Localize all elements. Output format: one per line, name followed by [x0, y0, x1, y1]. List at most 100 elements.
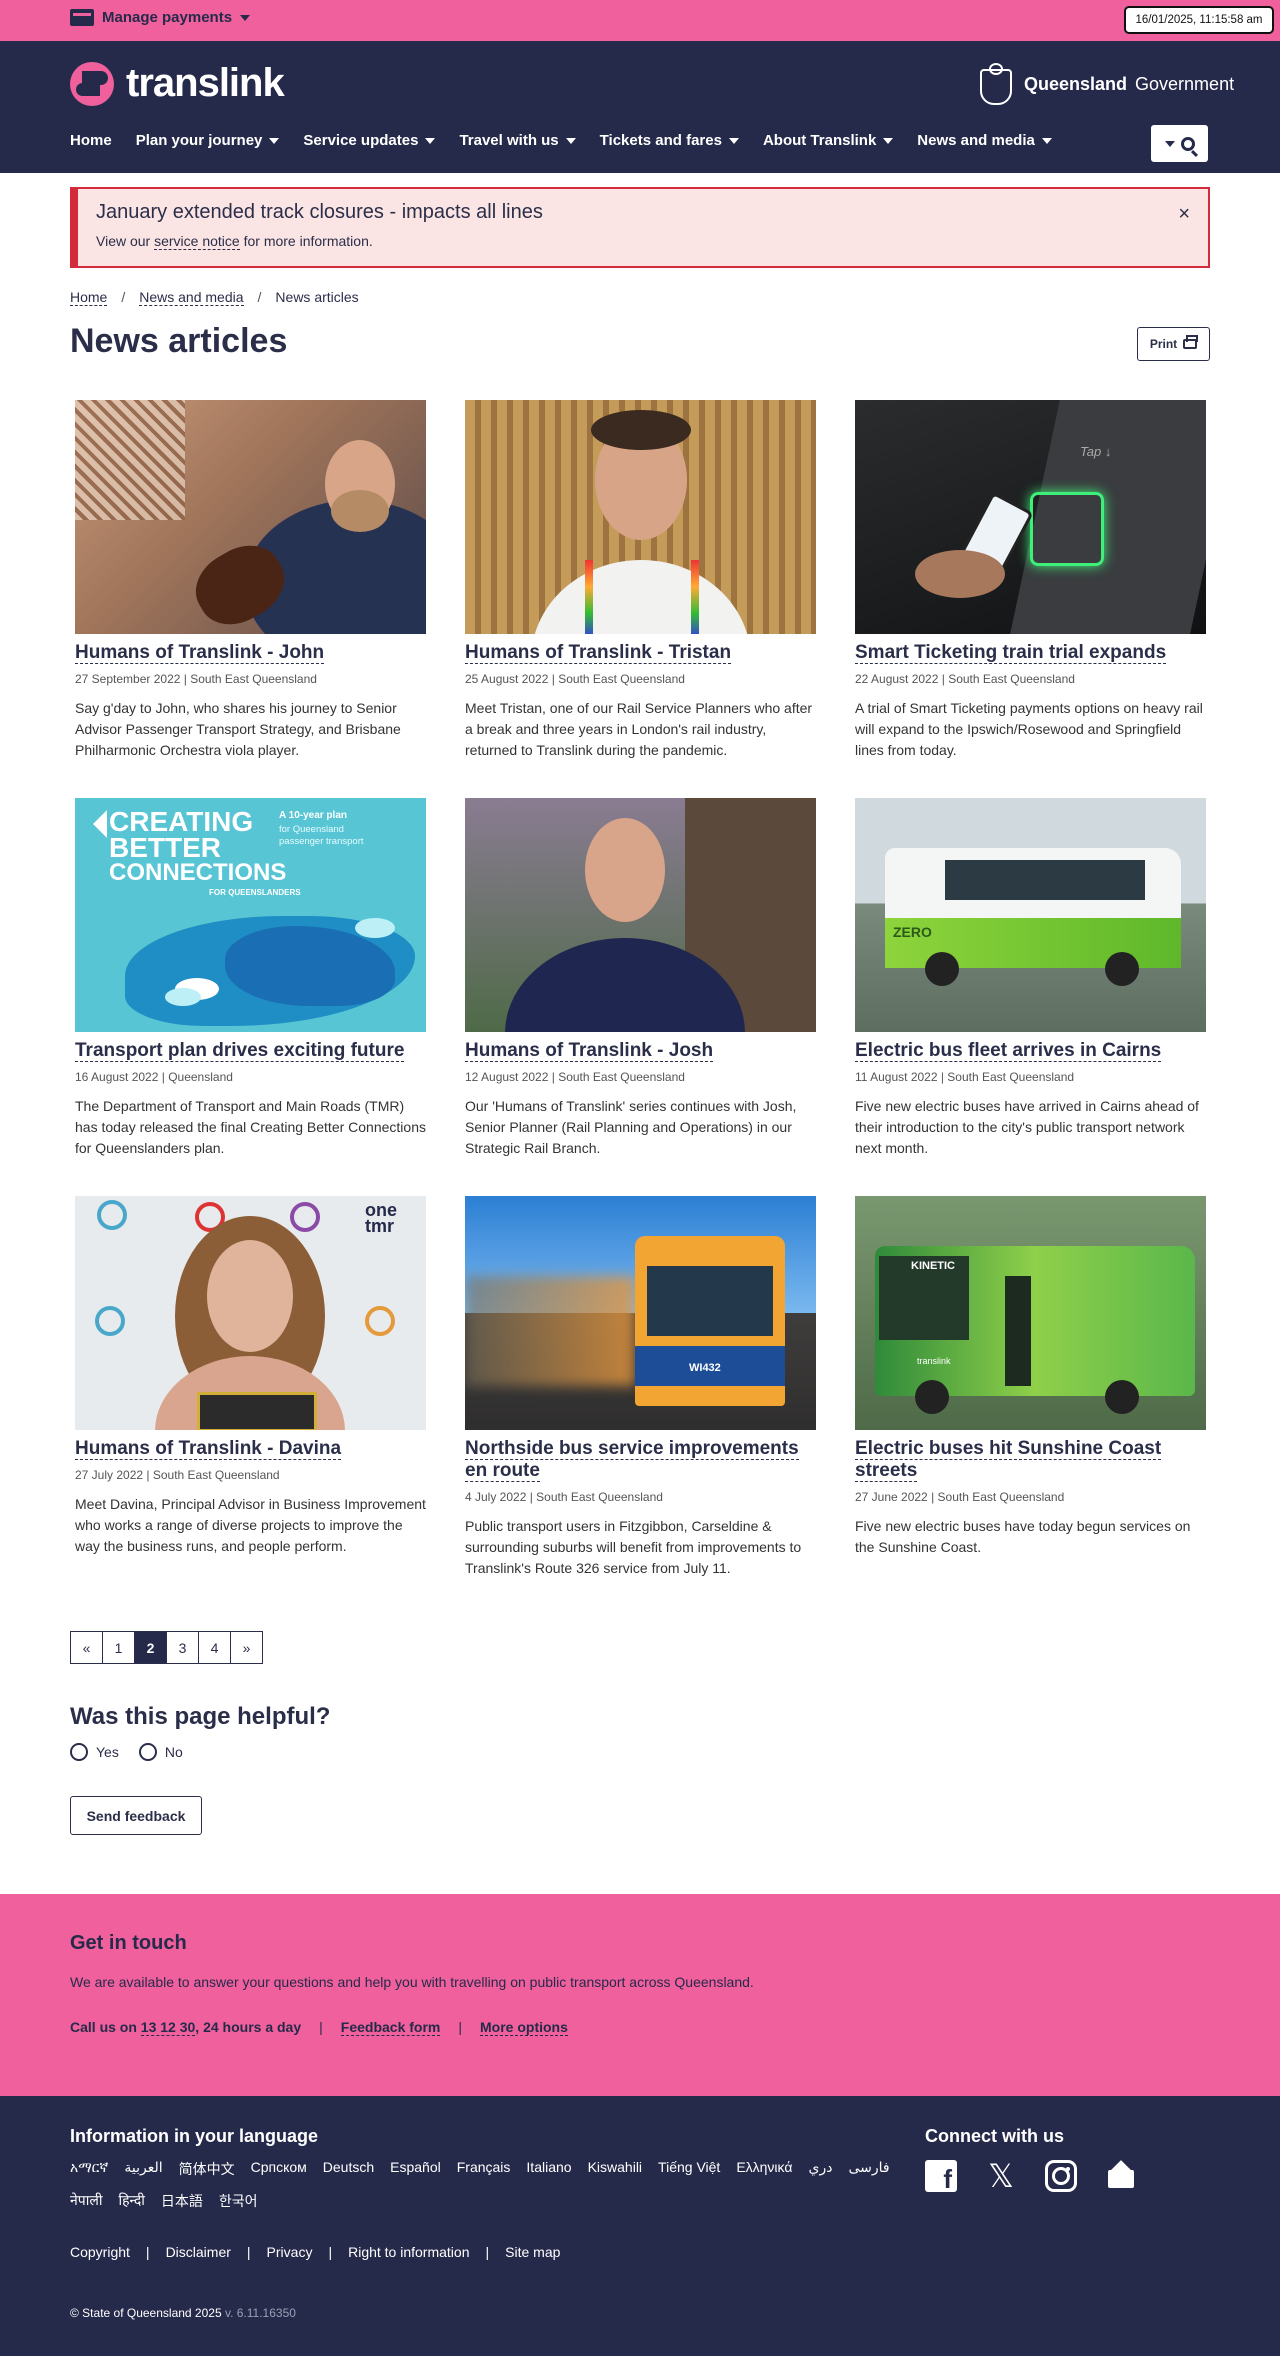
footer-link-disclaimer[interactable]: Disclaimer: [166, 2244, 231, 2260]
language-link[interactable]: Deutsch: [323, 2159, 374, 2179]
article-title[interactable]: Electric buses hit Sunshine Coast street…: [855, 1438, 1207, 1482]
service-alert: January extended track closures - impact…: [70, 187, 1210, 268]
language-link[interactable]: አማርኛ: [70, 2159, 108, 2179]
language-link[interactable]: Српском: [251, 2159, 307, 2179]
article-meta: 27 June 2022 | South East Queensland: [855, 1490, 1065, 1504]
language-link[interactable]: Kiswahili: [588, 2159, 642, 2179]
radio-no[interactable]: [138, 1743, 157, 1761]
x-twitter-icon[interactable]: 𝕏: [985, 2157, 1017, 2195]
article-title[interactable]: Transport plan drives exciting future: [75, 1040, 427, 1062]
language-link[interactable]: العربية: [124, 2159, 162, 2179]
pagination-prev[interactable]: «: [70, 1631, 103, 1664]
language-link[interactable]: Ελληνικά: [736, 2159, 792, 2179]
translink-logo[interactable]: translink: [70, 61, 285, 106]
send-feedback-button[interactable]: Send feedback: [70, 1796, 202, 1835]
page-title: News articles: [70, 322, 288, 360]
article-title[interactable]: Humans of Translink - Josh: [465, 1040, 817, 1062]
article-title[interactable]: Humans of Translink - John: [75, 642, 427, 664]
article-image-davina[interactable]: one tmr: [75, 1196, 426, 1430]
chevron-down-icon: [269, 137, 280, 144]
nav-service-updates[interactable]: Service updates: [303, 132, 436, 149]
article-image-john[interactable]: [75, 400, 426, 634]
feedback-form-link[interactable]: Feedback form: [340, 2019, 441, 2036]
badge-circle-shape: [290, 1202, 320, 1232]
article-title-text: Humans of Translink - Davina: [75, 1438, 342, 1460]
chevron-down-icon: [883, 137, 894, 144]
pagination-page-2[interactable]: 2: [134, 1631, 167, 1664]
language-link[interactable]: 한국어: [219, 2191, 258, 2211]
language-link[interactable]: Español: [390, 2159, 441, 2179]
instagram-icon[interactable]: [1045, 2160, 1077, 2192]
lanyard-shape: [691, 560, 699, 634]
pagination-page-1[interactable]: 1: [102, 1631, 135, 1664]
article-card: CREATING BETTER CONNECTIONS FOR QUEENSLA…: [75, 798, 427, 1159]
manage-payments-menu[interactable]: Manage payments: [70, 9, 251, 26]
language-link[interactable]: Tiếng Việt: [658, 2159, 720, 2179]
article-image-transport-plan[interactable]: CREATING BETTER CONNECTIONS FOR QUEENSLA…: [75, 798, 426, 1032]
nav-about-translink[interactable]: About Translink: [763, 132, 894, 149]
breadcrumb-home[interactable]: Home: [70, 289, 108, 306]
footer-link-copyright[interactable]: Copyright: [70, 2244, 130, 2260]
footer-link-right-to-information[interactable]: Right to information: [348, 2244, 469, 2260]
article-image-sunshine-bus[interactable]: KINETIC translink: [855, 1196, 1206, 1430]
article-card: KINETIC translink Electric buses hit Sun…: [855, 1196, 1207, 1558]
footer-separator: |: [246, 2244, 251, 2260]
article-title[interactable]: Northside bus service improvements en ro…: [465, 1438, 817, 1482]
article-title[interactable]: Humans of Translink - Tristan: [465, 642, 817, 664]
breadcrumb-separator: /: [257, 289, 262, 305]
wheel-shape: [1105, 952, 1139, 986]
nav-home[interactable]: Home: [70, 132, 112, 149]
phone-link[interactable]: 13 12 30: [140, 2019, 196, 2036]
language-link[interactable]: Italiano: [526, 2159, 571, 2179]
queensland-government-logo[interactable]: Queensland Government: [972, 63, 1234, 105]
article-image-northside-bus[interactable]: WI432: [465, 1196, 816, 1430]
nav-tickets-and-fares[interactable]: Tickets and fares: [600, 132, 739, 149]
nav-label: Plan your journey: [135, 132, 263, 149]
language-link[interactable]: دري: [808, 2159, 832, 2179]
nav-news-and-media[interactable]: News and media: [917, 132, 1052, 149]
nav-travel-with-us[interactable]: Travel with us: [459, 132, 576, 149]
print-button[interactable]: Print: [1137, 327, 1210, 361]
face-shape: [207, 1240, 293, 1352]
close-icon[interactable]: ×: [1178, 203, 1190, 226]
article-title[interactable]: Smart Ticketing train trial expands: [855, 642, 1207, 664]
page: Manage payments 16/01/2025, 11:15:58 am …: [0, 0, 1280, 2356]
article-summary: Five new electric buses have arrived in …: [855, 1098, 1199, 1156]
service-notice-link[interactable]: service notice: [154, 233, 240, 250]
article-image-cairns-bus[interactable]: ZERO: [855, 798, 1206, 1032]
alert-title: January extended track closures - impact…: [96, 201, 543, 223]
facebook-icon[interactable]: f: [925, 2160, 957, 2194]
beard-shape: [331, 490, 389, 532]
search-button[interactable]: [1151, 125, 1208, 162]
email-icon[interactable]: [1105, 2160, 1137, 2192]
footer-link-privacy[interactable]: Privacy: [267, 2244, 313, 2260]
article-image-tristan[interactable]: [465, 400, 816, 634]
language-link[interactable]: हिन्दी: [118, 2191, 144, 2211]
pagination-page-3[interactable]: 3: [166, 1631, 199, 1664]
article-title[interactable]: Electric bus fleet arrives in Cairns: [855, 1040, 1207, 1062]
pagination-page-4[interactable]: 4: [198, 1631, 231, 1664]
more-options-link[interactable]: More options: [480, 2019, 568, 2036]
tap-label: Tap ↓: [1080, 444, 1112, 459]
language-link[interactable]: Français: [457, 2159, 511, 2179]
breadcrumb-news-media[interactable]: News and media: [139, 289, 244, 306]
cloud-shape: [355, 918, 395, 938]
language-link[interactable]: فارسی: [848, 2159, 889, 2179]
pagination-next[interactable]: »: [230, 1631, 263, 1664]
article-title[interactable]: Humans of Translink - Davina: [75, 1438, 427, 1460]
footer-link-site-map[interactable]: Site map: [505, 2244, 560, 2260]
language-link[interactable]: नेपाली: [70, 2191, 102, 2211]
article-summary: A trial of Smart Ticketing payments opti…: [855, 700, 1203, 758]
article-image-josh[interactable]: [465, 798, 816, 1032]
nav-label: Service updates: [303, 132, 419, 149]
language-link[interactable]: 日本語: [161, 2191, 203, 2211]
language-link[interactable]: 简体中文: [179, 2159, 235, 2179]
radio-yes[interactable]: [70, 1743, 88, 1761]
alert-text: View our service notice for more informa…: [96, 233, 373, 250]
chevron-down-icon: [1041, 137, 1052, 144]
article-image-smart-ticketing[interactable]: Tap ↓: [855, 400, 1206, 634]
social-links: f 𝕏: [925, 2157, 1137, 2195]
nav-plan-your-journey[interactable]: Plan your journey: [136, 132, 280, 149]
award-plaque-shape: [197, 1392, 317, 1430]
article-title-text: Humans of Translink - Josh: [465, 1040, 714, 1062]
